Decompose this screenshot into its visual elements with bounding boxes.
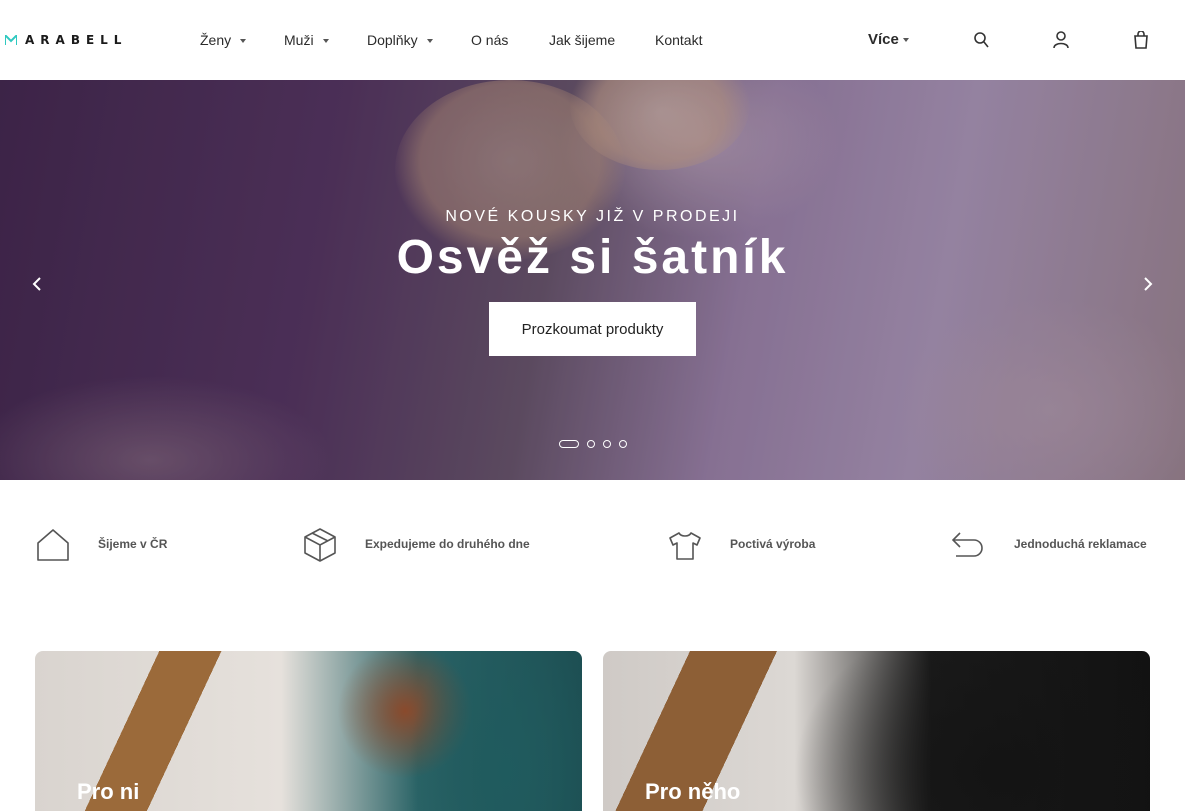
feature-made-in-cz: Šijeme v ČR [35, 527, 167, 563]
site-header: ARABELL Ženy Muži Doplňky O nás Jak šije… [0, 0, 1185, 80]
search-icon[interactable] [973, 31, 989, 49]
nav-more[interactable]: Více [868, 31, 909, 48]
nav-item-zeny[interactable]: Ženy [200, 32, 247, 48]
chevron-down-icon [322, 39, 329, 44]
nav-label: Muži [284, 32, 314, 48]
hero-kicker: NOVÉ KOUSKY JIŽ V PRODEJI [445, 208, 740, 225]
feature-label: Jednoduchá reklamace [1014, 537, 1147, 551]
package-icon [304, 528, 336, 562]
cart-icon[interactable] [1133, 31, 1149, 49]
explore-products-button[interactable]: Prozkoumat produkty [489, 302, 696, 356]
house-icon [37, 529, 69, 561]
feature-label: Expedujeme do druhého dne [365, 537, 530, 551]
category-title: Pro něho [645, 779, 741, 804]
nav-item-doplnky[interactable]: Doplňky [367, 32, 433, 48]
nav-item-jak-sijeme[interactable]: Jak šijeme [549, 32, 615, 48]
nav-label: Jak šijeme [549, 32, 616, 48]
nav-label: O nás [471, 32, 509, 48]
hero-title: Osvěž si šatník [396, 231, 789, 284]
category-title: Pro ni [77, 779, 140, 804]
return-arrow-icon [951, 532, 983, 557]
feature-easy-returns: Jednoduchá reklamace [950, 527, 1147, 563]
account-icon[interactable] [1053, 31, 1069, 49]
hero-slider: NOVÉ KOUSKY JIŽ V PRODEJI Osvěž si šatní… [0, 80, 1185, 480]
nav-item-muzi[interactable]: Muži [284, 32, 329, 48]
nav-more-label: Více [868, 31, 899, 48]
feature-honest-production: Poctivá výroba [667, 527, 815, 563]
feature-shipping: Expedujeme do druhého dne [302, 527, 530, 563]
logo-text: ARABELL [25, 33, 128, 47]
slider-dot-1[interactable] [559, 440, 579, 448]
category-card-women[interactable]: Pro ni [35, 651, 582, 811]
chevron-down-icon [240, 39, 247, 44]
slider-dot-3[interactable] [603, 440, 611, 448]
feature-label: Šijeme v ČR [98, 537, 168, 551]
chevron-right-icon[interactable] [1141, 277, 1155, 291]
nav-label: Ženy [200, 32, 232, 48]
chevron-down-icon [902, 38, 909, 43]
tshirt-icon [669, 532, 701, 560]
logo-mark-icon [5, 35, 17, 45]
logo[interactable]: ARABELL [5, 33, 127, 47]
slider-dot-2[interactable] [587, 440, 595, 448]
feature-label: Poctivá výroba [730, 537, 816, 551]
nav-label: Kontakt [655, 32, 703, 48]
nav-item-o-nas[interactable]: O nás [471, 32, 508, 48]
slider-dot-4[interactable] [619, 440, 627, 448]
slider-pagination [559, 440, 627, 448]
chevron-left-icon[interactable] [30, 277, 44, 291]
category-card-men[interactable]: Pro něho [603, 651, 1150, 811]
chevron-down-icon [426, 39, 433, 44]
nav-label: Doplňky [367, 32, 418, 48]
nav-item-kontakt[interactable]: Kontakt [655, 32, 702, 48]
